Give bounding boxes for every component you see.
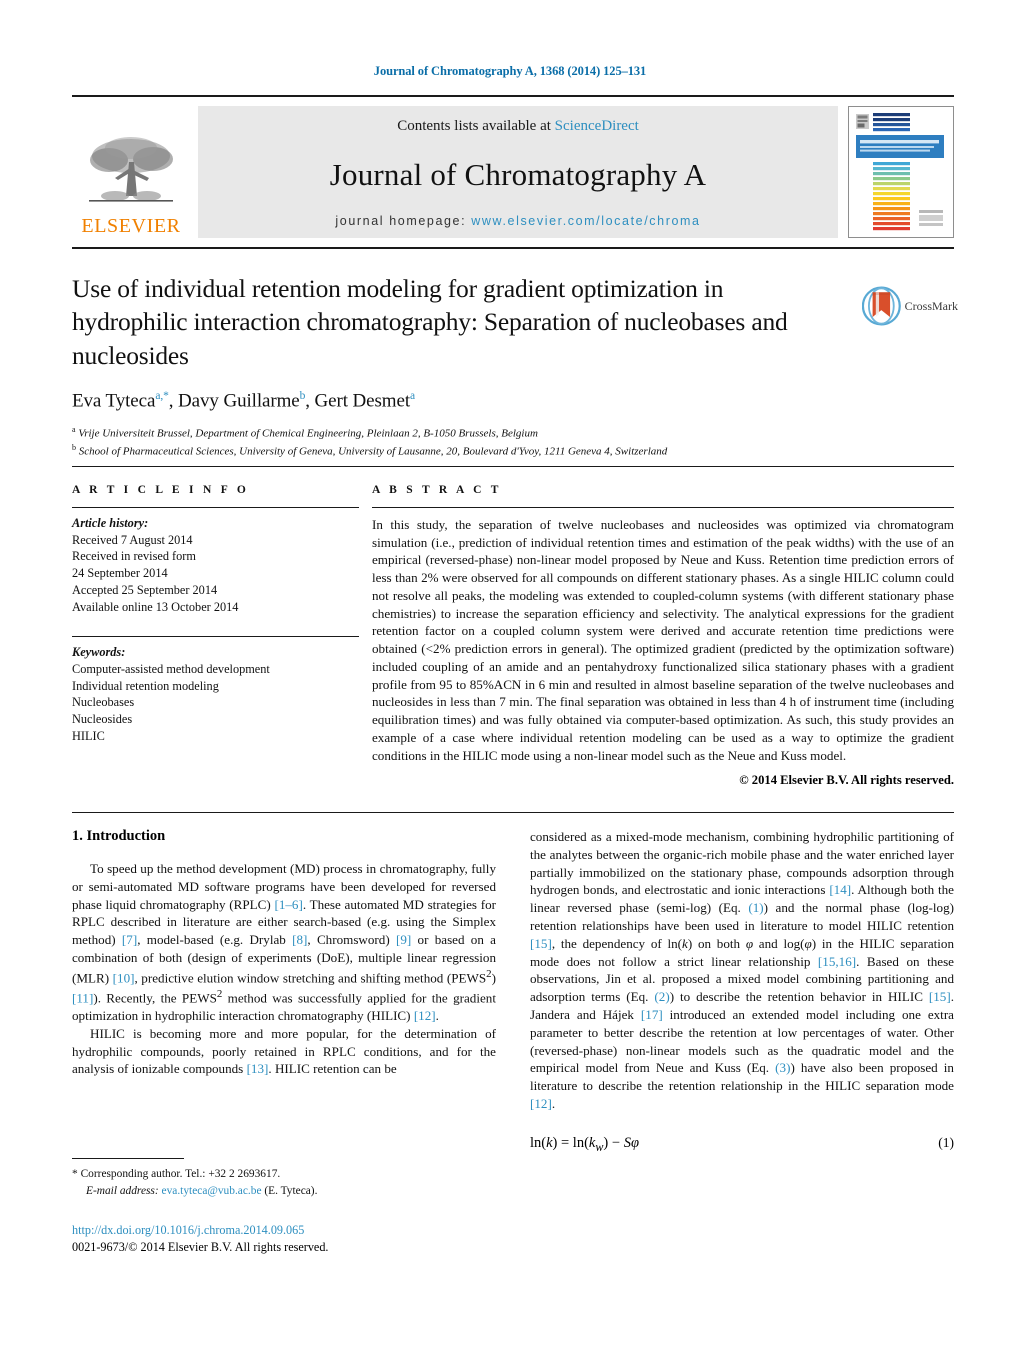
- history-item: Received in revised form: [72, 549, 196, 564]
- keywords-label: Keywords:: [72, 645, 126, 660]
- intro-paragraph-2: HILIC is becoming more and more popular,…: [72, 1025, 496, 1077]
- info-section-top-rule: [72, 466, 954, 467]
- affiliation-b-text: School of Pharmaceutical Sciences, Unive…: [78, 445, 668, 458]
- body-column-left: 1. Introduction To speed up the method d…: [72, 828, 496, 1155]
- corresponding-author-footnote: * Corresponding author. Tel.: +32 2 2693…: [72, 1158, 496, 1199]
- homepage-prefix: journal homepage:: [335, 214, 472, 228]
- sciencedirect-link[interactable]: ScienceDirect: [555, 118, 639, 134]
- keyword-item: Individual retention modeling: [72, 678, 219, 693]
- contents-prefix: Contents lists available at: [397, 118, 555, 134]
- elsevier-logo: ELSEVIER: [72, 106, 190, 238]
- abstract-copyright: © 2014 Elsevier B.V. All rights reserved…: [739, 773, 954, 788]
- journal-title: Journal of Chromatography A: [329, 156, 707, 192]
- footer-doi-block: http://dx.doi.org/10.1016/j.chroma.2014.…: [72, 1222, 502, 1257]
- history-item: Available online 13 October 2014: [72, 599, 239, 614]
- affiliation-a-text: Vrije Universiteit Brussel, Department o…: [78, 427, 538, 440]
- homepage-url-link[interactable]: www.elsevier.com/locate/chroma: [471, 214, 700, 228]
- footnote-email-link[interactable]: eva.tyteca@vub.ac.be: [162, 1185, 262, 1197]
- keyword-item: HILIC: [72, 728, 105, 743]
- body-column-gap: [496, 828, 530, 1155]
- journal-masthead: ELSEVIER Contents lists available at Sci…: [72, 95, 954, 249]
- footnote-email-line: E-mail address: eva.tyteca@vub.ac.be (E.…: [72, 1183, 496, 1200]
- masthead-center: Contents lists available at ScienceDirec…: [198, 106, 838, 238]
- doi-link[interactable]: http://dx.doi.org/10.1016/j.chroma.2014.…: [72, 1222, 502, 1239]
- column-gap: [359, 484, 372, 788]
- equation-1-number: (1): [938, 1134, 954, 1150]
- running-head: Journal of Chromatography A, 1368 (2014)…: [373, 64, 647, 78]
- affiliations: a Vrije Universiteit Brussel, Department…: [72, 424, 842, 461]
- issn-copyright-line: 0021-9673/© 2014 Elsevier B.V. All right…: [72, 1240, 329, 1255]
- crossmark-icon: [862, 286, 901, 326]
- affiliation-mark-a: a: [72, 424, 76, 434]
- info-abstract-section: A R T I C L E I N F O Article history: R…: [72, 484, 954, 788]
- affiliation-a: a Vrije Universiteit Brussel, Department…: [72, 424, 842, 442]
- elsevier-wordmark: ELSEVIER: [81, 215, 181, 237]
- crossmark-label: CrossMark: [904, 298, 958, 313]
- page-title: Use of individual retention modeling for…: [72, 274, 788, 370]
- affiliation-mark-b: b: [72, 442, 76, 452]
- footnote-star: *: [72, 1168, 78, 1180]
- footnote-email-label: E-mail address:: [86, 1184, 159, 1197]
- body-column-right: considered as a mixed-mode mechanism, co…: [530, 828, 954, 1155]
- keyword-item: Nucleosides: [72, 712, 133, 727]
- keyword-item: Computer-assisted method development: [72, 662, 270, 677]
- intro-paragraph-2-continued: considered as a mixed-mode mechanism, co…: [530, 829, 955, 1111]
- abstract-column: A B S T R A C T In this study, the separ…: [372, 484, 954, 788]
- history-item: Received 7 August 2014: [72, 532, 193, 547]
- intro-paragraph-1: To speed up the method development (MD) …: [72, 861, 496, 1024]
- paper-page: Journal of Chromatography A, 1368 (2014)…: [0, 0, 1020, 1351]
- body-columns: 1. Introduction To speed up the method d…: [72, 828, 954, 1155]
- keyword-item: Nucleobases: [72, 695, 135, 710]
- history-item: Accepted 25 September 2014: [72, 582, 218, 597]
- equation-1-row: ln(k) = ln(kw) − Sφ (1): [530, 1135, 954, 1155]
- history-item: 24 September 2014: [72, 566, 168, 581]
- footnote-corresponding-line: * Corresponding author. Tel.: +32 2 2693…: [72, 1166, 496, 1183]
- section-heading-introduction: 1. Introduction: [72, 828, 166, 844]
- article-info-heading: A R T I C L E I N F O: [72, 484, 250, 496]
- journal-cover-thumbnail[interactable]: [848, 106, 954, 238]
- article-history-block: Article history: Received 7 August 2014 …: [72, 508, 359, 615]
- abstract-heading: A B S T R A C T: [372, 484, 502, 496]
- title-block: Use of individual retention modeling for…: [72, 272, 842, 460]
- footnote-email-owner: (E. Tyteca).: [264, 1184, 318, 1197]
- footnote-rule: [72, 1158, 184, 1159]
- footnote-corresponding-text: Corresponding author. Tel.: +32 2 269361…: [80, 1168, 281, 1180]
- contents-available-line: Contents lists available at ScienceDirec…: [397, 118, 639, 135]
- equation-1-body: ln(k) = ln(kw) − Sφ: [530, 1134, 639, 1154]
- journal-cover-art: [849, 107, 951, 232]
- affiliation-b: b School of Pharmaceutical Sciences, Uni…: [72, 442, 842, 460]
- crossmark-badge[interactable]: CrossMark: [862, 283, 958, 329]
- author-list: Eva Tytecaa,*, Davy Guillarmeb, Gert Des…: [72, 390, 416, 412]
- abstract-section-bottom-rule: [72, 812, 954, 813]
- article-history-label: Article history:: [72, 516, 149, 530]
- keywords-block: Keywords: Computer-assisted method devel…: [72, 636, 359, 744]
- elsevier-tree-icon: [89, 137, 173, 202]
- journal-homepage-line: journal homepage: www.elsevier.com/locat…: [335, 214, 700, 228]
- abstract-text: In this study, the separation of twelve …: [372, 517, 954, 763]
- article-info-column: A R T I C L E I N F O Article history: R…: [72, 484, 359, 788]
